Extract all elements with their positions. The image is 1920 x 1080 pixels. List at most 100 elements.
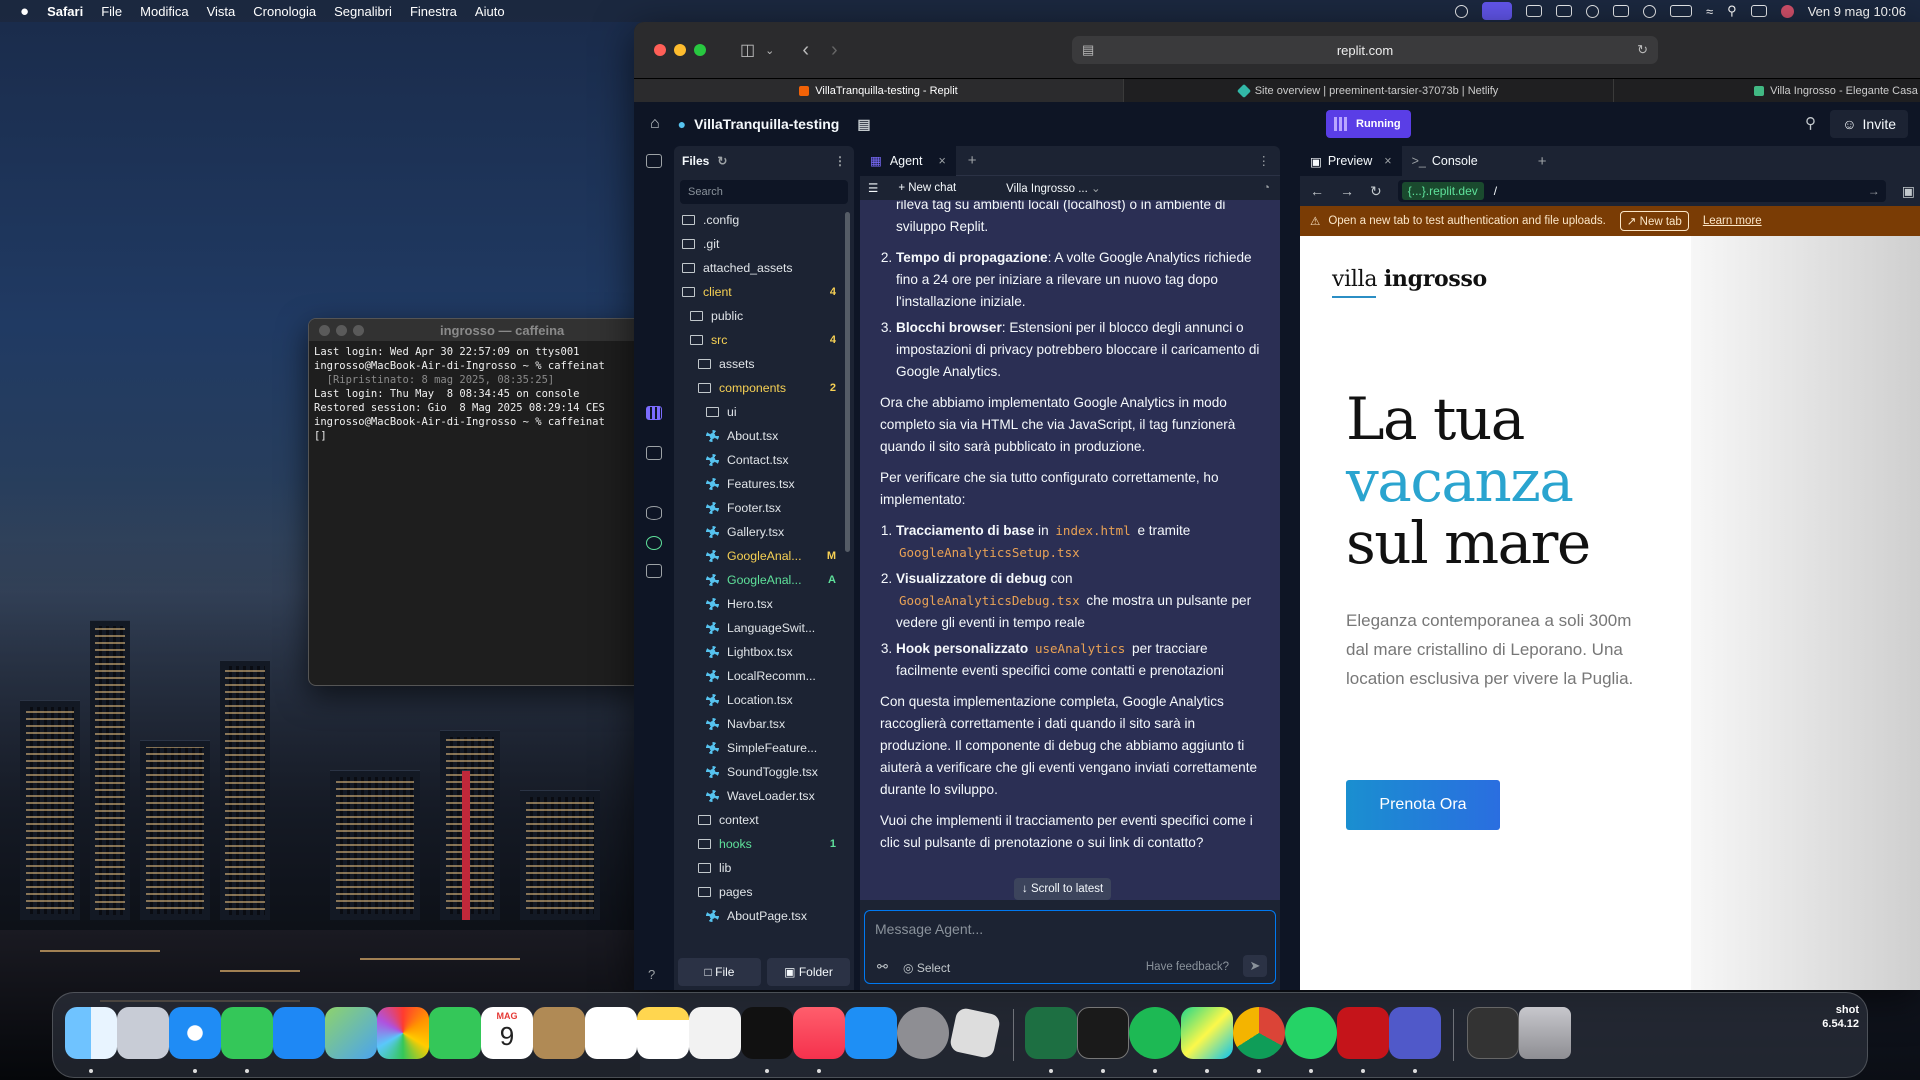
back-icon[interactable]: ← xyxy=(1310,183,1324,199)
file-item[interactable]: LocalRecomm... xyxy=(674,664,840,688)
facetime-icon[interactable] xyxy=(429,1007,481,1059)
new-file-button[interactable]: □ File xyxy=(678,958,761,986)
trash-icon[interactable] xyxy=(1519,1007,1571,1059)
file-item[interactable]: Gallery.tsx xyxy=(674,520,840,544)
tab-agent[interactable]: ▦ Agent × xyxy=(860,145,956,176)
forward-icon[interactable]: › xyxy=(831,39,838,62)
menu-file[interactable]: File xyxy=(101,4,122,19)
control-center-icon[interactable] xyxy=(1750,5,1767,17)
acrobat-icon[interactable] xyxy=(1337,1007,1389,1059)
chat-history-icon[interactable]: ☰ xyxy=(868,181,878,195)
database-icon[interactable] xyxy=(646,506,662,520)
new-chat-button[interactable]: + New chat xyxy=(898,182,956,194)
play-icon[interactable] xyxy=(1643,4,1657,18)
notes-icon[interactable] xyxy=(637,1007,689,1059)
zoom-icon[interactable] xyxy=(694,44,706,56)
teams-icon[interactable] xyxy=(1389,1007,1441,1059)
help-icon[interactable]: ? xyxy=(648,967,655,982)
file-item[interactable]: About.tsx xyxy=(674,424,840,448)
photos-icon[interactable] xyxy=(377,1007,429,1059)
reload-icon[interactable]: ↻ xyxy=(1637,42,1648,58)
back-icon[interactable]: ‹ xyxy=(802,39,809,62)
usage-gauge-icon[interactable]: ◔ xyxy=(1263,182,1270,194)
folder-item[interactable]: .config xyxy=(674,208,840,232)
zoom-icon[interactable] xyxy=(353,324,364,336)
maps-icon[interactable] xyxy=(325,1007,377,1059)
file-item[interactable]: Navbar.tsx xyxy=(674,712,840,736)
calendar-icon[interactable]: MAG 9 xyxy=(481,1007,533,1059)
tab-console[interactable]: >_ Console xyxy=(1402,146,1488,176)
file-item[interactable]: GoogleAnal... A xyxy=(674,568,840,592)
feedback-link[interactable]: Have feedback? xyxy=(1146,961,1229,973)
more-options-icon[interactable]: ⋮ xyxy=(1258,153,1271,168)
folder-item[interactable]: assets xyxy=(674,352,840,376)
minimize-icon[interactable] xyxy=(674,44,686,56)
files-icon[interactable] xyxy=(646,154,662,168)
chat-selector[interactable]: Villa Ingrosso ... ⌄ xyxy=(1006,181,1100,195)
menu-segnalibri[interactable]: Segnalibri xyxy=(334,4,392,19)
close-icon[interactable] xyxy=(654,44,666,56)
menu-vista[interactable]: Vista xyxy=(207,4,236,19)
tab-preview[interactable]: ▣ Preview × xyxy=(1300,146,1402,176)
folder-item[interactable]: attached_assets xyxy=(674,256,840,280)
downloads-stack-icon[interactable] xyxy=(1467,1007,1519,1059)
roblox-icon[interactable] xyxy=(948,1006,1002,1060)
wifi-icon[interactable]: ≈ xyxy=(1706,4,1713,19)
file-item[interactable]: AboutPage.tsx xyxy=(674,904,840,928)
file-item[interactable]: GoogleAnal... M xyxy=(674,544,840,568)
freeform-icon[interactable] xyxy=(689,1007,741,1059)
project-name[interactable]: ● VillaTranquilla-testing ▤ xyxy=(678,116,871,133)
workspace-menu-icon[interactable]: ▤ xyxy=(857,116,870,133)
tab-replit[interactable]: VillaTranquilla-testing - Replit xyxy=(634,79,1124,102)
file-item[interactable]: WaveLoader.tsx xyxy=(674,784,840,808)
spotify-icon[interactable] xyxy=(1129,1007,1181,1059)
music-icon[interactable] xyxy=(793,1007,845,1059)
attach-icon[interactable]: ⚯ xyxy=(877,959,888,975)
scroll-to-latest-button[interactable]: ↓ Scroll to latest xyxy=(1014,878,1112,900)
cloud-icon[interactable] xyxy=(1613,5,1630,17)
app-store-icon[interactable] xyxy=(845,1007,897,1059)
shell-icon[interactable] xyxy=(646,476,662,490)
agent-icon[interactable] xyxy=(646,406,662,420)
deployments-icon[interactable] xyxy=(646,536,662,550)
more-options-icon[interactable]: ⋮ xyxy=(834,154,846,168)
agent-message-input[interactable]: Message Agent... ⚯ ◎ Select Have feedbac… xyxy=(864,910,1276,984)
files-search-input[interactable]: Search xyxy=(680,180,848,204)
chevron-down-icon[interactable]: ⌄ xyxy=(765,44,774,57)
forward-icon[interactable]: → xyxy=(1340,183,1354,199)
tab-netlify[interactable]: Site overview | preeminent-tarsier-37073… xyxy=(1124,79,1614,102)
battery-icon[interactable] xyxy=(1670,5,1693,17)
learn-more-link[interactable]: Learn more xyxy=(1703,215,1762,227)
apple-icon[interactable]: ● xyxy=(20,3,29,20)
terminal-output[interactable]: Last login: Wed Apr 30 22:57:09 on ttys0… xyxy=(309,341,647,447)
files-scrollbar[interactable] xyxy=(845,212,850,552)
minimize-icon[interactable] xyxy=(336,324,347,336)
send-icon[interactable]: ➤ xyxy=(1243,955,1267,977)
tab-villa[interactable]: Villa Ingrosso - Elegante Casa Vacanze xyxy=(1614,79,1920,102)
spotlight-search-icon[interactable]: ⚲ xyxy=(1727,3,1737,19)
menu-app-name[interactable]: Safari xyxy=(47,4,83,19)
finder-icon[interactable] xyxy=(65,1007,117,1059)
page-menu-icon[interactable]: ▤ xyxy=(1082,42,1094,58)
go-arrow-icon[interactable]: → xyxy=(1868,184,1880,198)
book-now-button[interactable]: Prenota Ora xyxy=(1346,780,1500,830)
chrome-icon[interactable] xyxy=(1233,1007,1285,1059)
file-item[interactable]: Features.tsx xyxy=(674,472,840,496)
whatsapp-icon[interactable] xyxy=(1285,1007,1337,1059)
reload-icon[interactable]: ↻ xyxy=(1370,183,1382,200)
reminders-icon[interactable] xyxy=(585,1007,637,1059)
file-item[interactable]: LanguageSwit... xyxy=(674,616,840,640)
file-item[interactable]: Contact.tsx xyxy=(674,448,840,472)
folder-item[interactable]: pages xyxy=(674,880,840,904)
menu-aiuto[interactable]: Aiuto xyxy=(475,4,505,19)
folder-item[interactable]: ui xyxy=(674,400,840,424)
invite-button[interactable]: ☺ Invite xyxy=(1830,110,1908,138)
add-tab-icon[interactable]: + xyxy=(968,152,977,169)
search-icon[interactable]: ⚲ xyxy=(1805,114,1816,132)
close-icon[interactable]: × xyxy=(938,154,945,168)
select-element-button[interactable]: ◎ Select xyxy=(903,961,950,975)
teams-status-icon[interactable] xyxy=(1455,4,1469,18)
display-icon[interactable] xyxy=(1526,5,1543,17)
apple-tv-icon[interactable] xyxy=(741,1007,793,1059)
mail-icon[interactable] xyxy=(273,1007,325,1059)
